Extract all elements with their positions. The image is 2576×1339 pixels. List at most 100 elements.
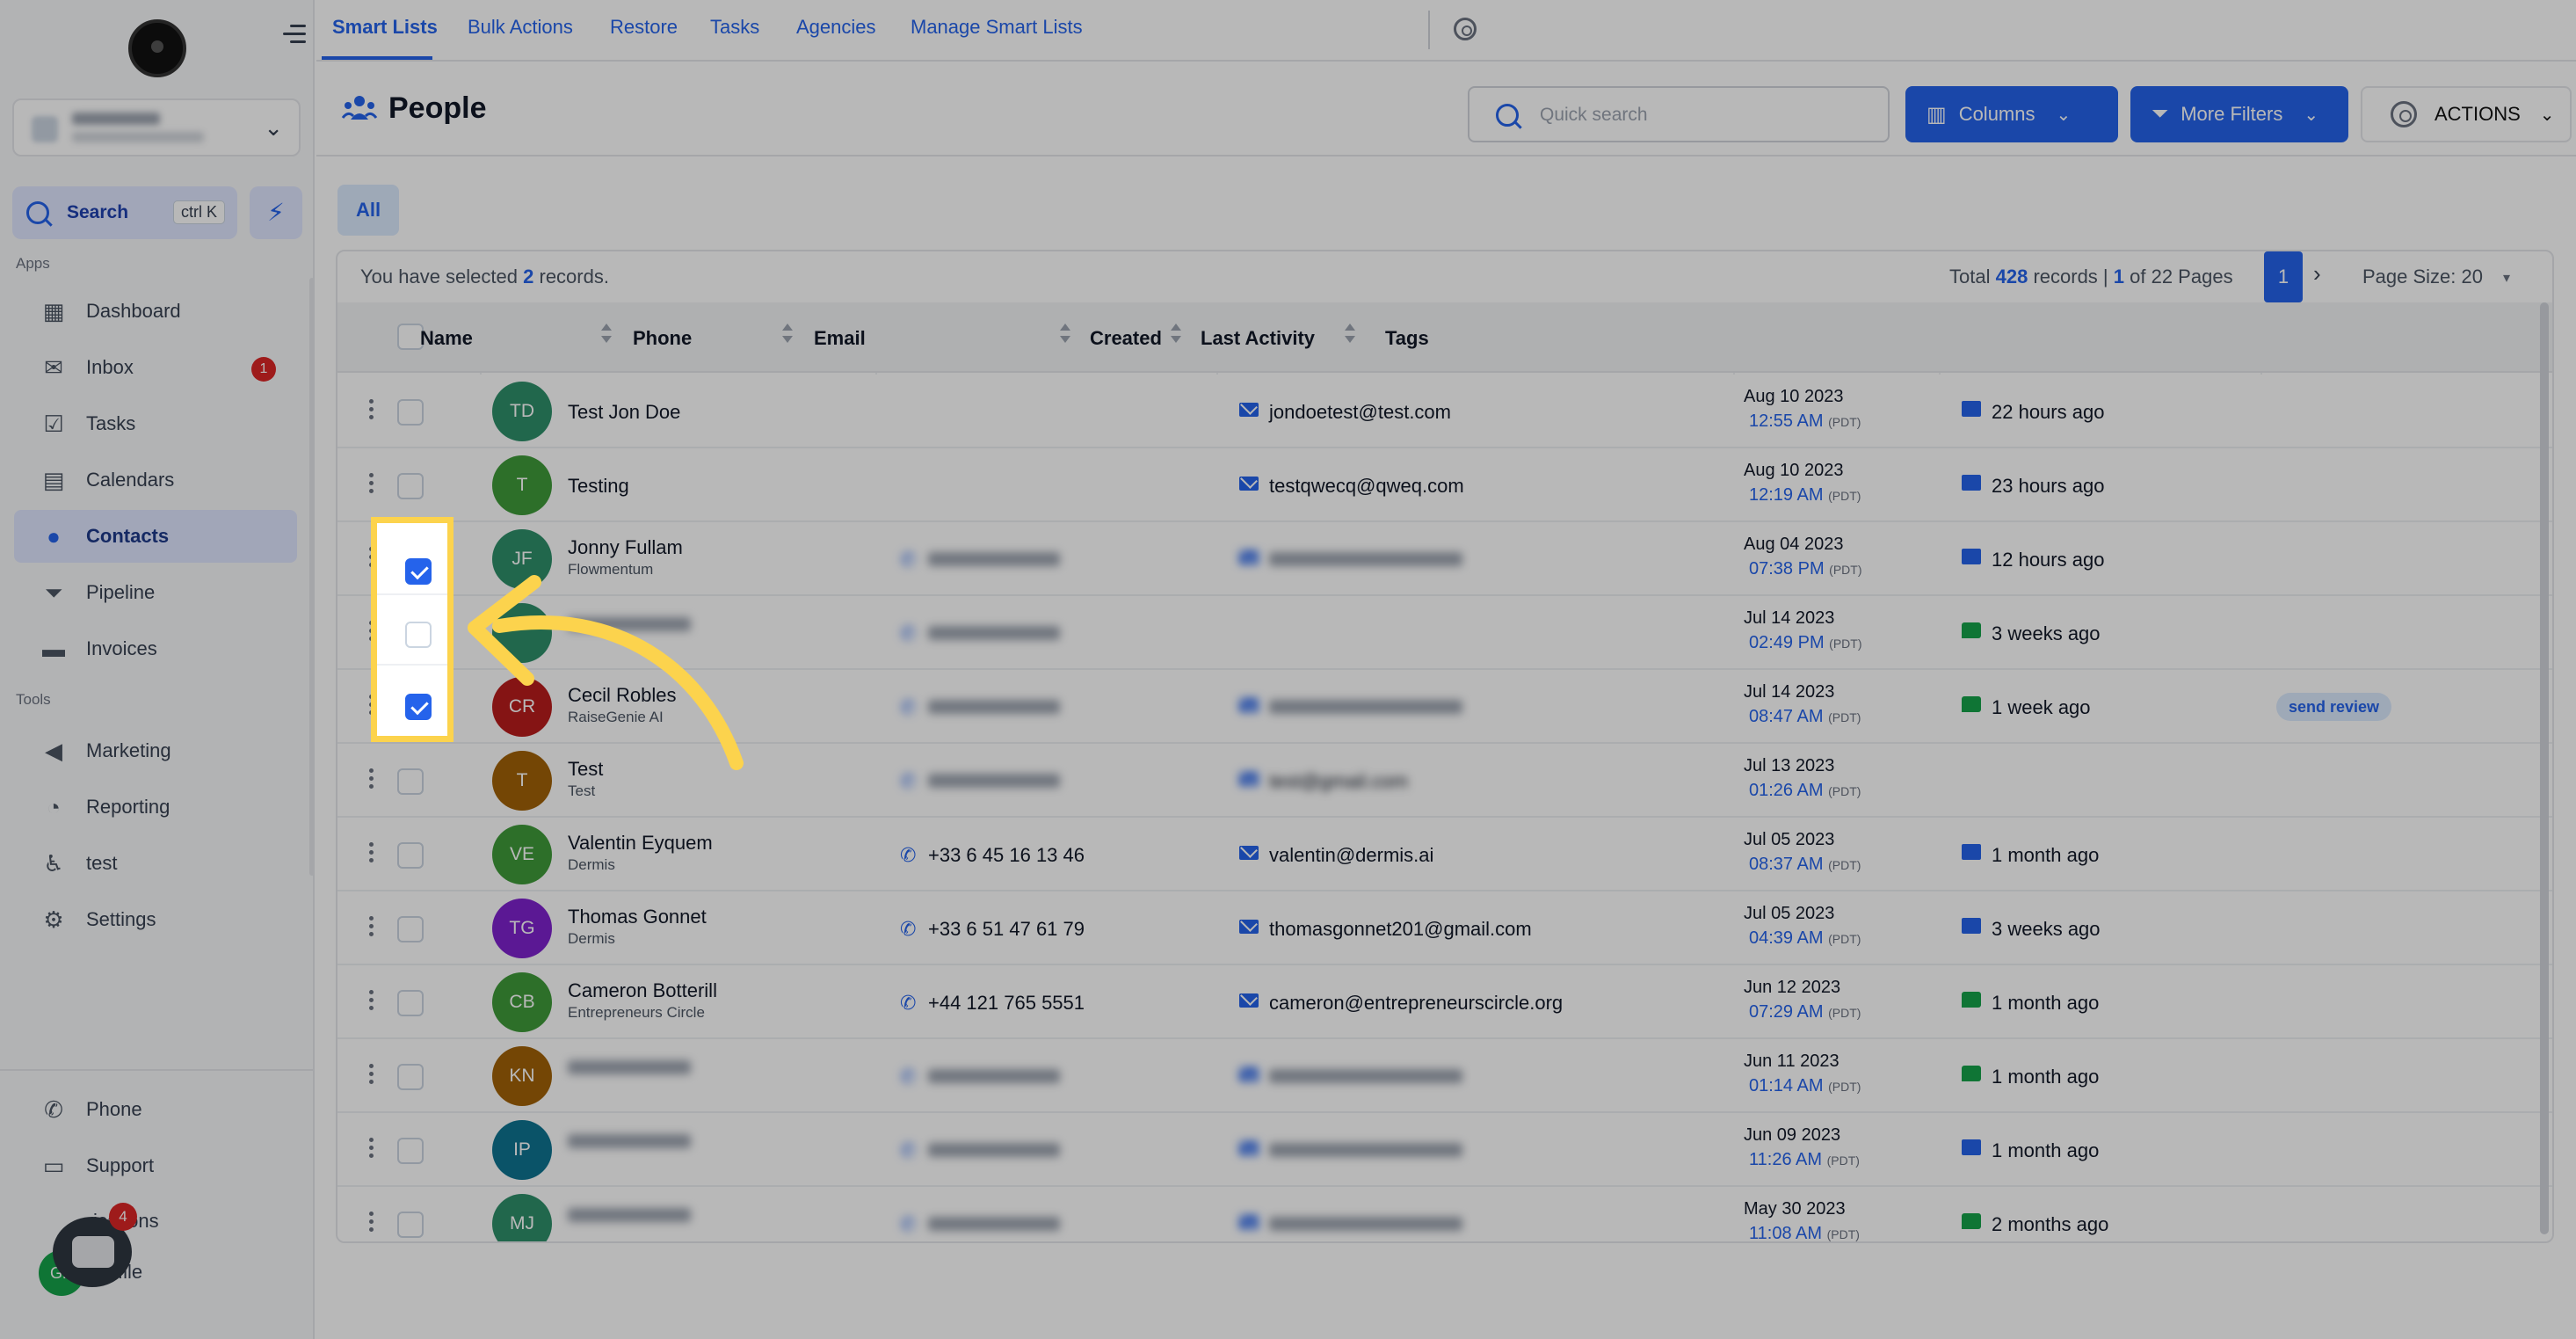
sidebar-item-support[interactable]: ▭ Support <box>14 1139 297 1192</box>
sort-icon[interactable] <box>1171 324 1181 345</box>
sort-icon[interactable] <box>1060 324 1070 345</box>
contact-name[interactable]: Valentin Eyquem <box>568 832 713 855</box>
sidebar-item-settings[interactable]: ⚙ Settings <box>14 893 297 946</box>
mail-icon[interactable] <box>1239 920 1259 934</box>
contact-name[interactable]: Testing <box>568 475 629 498</box>
mail-icon[interactable] <box>1239 993 1259 1008</box>
sidebar-scrollbar[interactable] <box>309 278 315 876</box>
sort-icon[interactable] <box>1345 324 1355 345</box>
page-size-select[interactable]: Page Size: 20 <box>2362 266 2483 288</box>
sidebar-item-invoices[interactable]: ▬ Invoices <box>14 622 297 675</box>
sort-icon[interactable] <box>782 324 793 345</box>
column-header-phone[interactable]: Phone <box>633 327 692 350</box>
row-checkbox[interactable] <box>397 1212 424 1238</box>
row-menu-icon[interactable] <box>369 1212 374 1236</box>
sidebar-item-inbox[interactable]: ✉ Inbox 1 <box>14 341 297 394</box>
row-checkbox[interactable] <box>405 694 432 720</box>
table-row[interactable]: T Testing testqwecq@qweq.com Aug 10 2023 12:… <box>337 448 2552 522</box>
tag-badge[interactable]: send review <box>2276 693 2392 721</box>
row-menu-icon[interactable] <box>369 842 374 867</box>
smart-list-settings-icon[interactable] <box>1454 18 1477 40</box>
sidebar-item-pipeline[interactable]: ⏷ Pipeline <box>14 566 297 619</box>
collapse-sidebar-icon[interactable] <box>283 25 309 47</box>
sidebar-item-calendars[interactable]: ▤ Calendars <box>14 454 297 506</box>
contact-name[interactable]: Cecil Robles <box>568 684 677 707</box>
row-checkbox[interactable] <box>397 473 424 499</box>
table-row[interactable]: ✆ Jul 14 2023 02:49 PM (PDT) 3 weeks ago <box>337 596 2552 670</box>
more-filters-button[interactable]: ⏷ More Filters ⌄ <box>2130 86 2348 142</box>
row-menu-icon[interactable] <box>369 916 374 941</box>
sidebar-item-reporting[interactable]: ◔ Reporting <box>14 781 297 833</box>
mail-icon[interactable] <box>1239 477 1259 491</box>
column-header-last-activity[interactable]: Last Activity <box>1201 327 1315 350</box>
column-header-tags[interactable]: Tags <box>1385 327 1429 350</box>
mail-icon <box>1962 401 1981 417</box>
contact-name[interactable]: Jonny Fullam <box>568 536 683 559</box>
actions-button[interactable]: ACTIONS ⌄ <box>2361 86 2572 142</box>
sort-icon[interactable] <box>601 324 612 345</box>
page-button-1[interactable]: 1 <box>2264 251 2303 302</box>
table-row[interactable]: KN ✆ Jun 11 2023 01:14 AM (PDT) 1 month ago <box>337 1039 2552 1113</box>
table-row[interactable]: CR Cecil Robles RaiseGenie AI ✆ Jul 14 2023 0… <box>337 670 2552 744</box>
row-menu-icon[interactable] <box>369 768 374 793</box>
contact-name[interactable]: Test <box>568 758 603 781</box>
tab-bulk-actions[interactable]: Bulk Actions <box>468 16 573 39</box>
quick-search-input[interactable] <box>1540 100 1874 130</box>
column-header-created[interactable]: Created <box>1090 327 1162 350</box>
sidebar-item-dashboard[interactable]: ▦ Dashboard <box>14 285 297 338</box>
sidebar-search[interactable]: Search ctrl K <box>12 186 237 239</box>
sidebar-item-test[interactable]: ♿ test <box>14 837 297 890</box>
chevron-down-icon: ⌄ <box>264 114 283 141</box>
row-checkbox[interactable] <box>397 768 424 795</box>
tab-restore[interactable]: Restore <box>610 16 678 39</box>
account-switcher[interactable]: ⌄ <box>12 98 301 156</box>
quick-search[interactable] <box>1468 86 1890 142</box>
phone-icon[interactable]: ✆ <box>900 918 916 941</box>
row-checkbox[interactable] <box>397 990 424 1016</box>
table-row[interactable]: TD Test Jon Doe jondoetest@test.com Aug 10 … <box>337 375 2552 448</box>
phone-icon[interactable]: ✆ <box>900 992 916 1015</box>
row-menu-icon[interactable] <box>369 399 374 424</box>
row-checkbox[interactable] <box>397 1138 424 1164</box>
row-menu-icon[interactable] <box>369 1064 374 1088</box>
phone-icon[interactable]: ✆ <box>900 844 916 867</box>
table-row[interactable]: T Test Test ✆ test@gmail.com Jul 13 2023 01:26… <box>337 744 2552 818</box>
row-checkbox[interactable] <box>405 622 432 648</box>
tab-manage-smart-lists[interactable]: Manage Smart Lists <box>911 16 1083 39</box>
mail-icon[interactable] <box>1239 772 1259 786</box>
quick-actions-button[interactable]: ⚡ <box>250 186 302 239</box>
mail-icon[interactable] <box>1239 403 1259 417</box>
tab-smart-lists[interactable]: Smart Lists <box>332 16 438 39</box>
chevron-right-icon[interactable]: › <box>2313 260 2321 287</box>
contact-name[interactable]: Thomas Gonnet <box>568 906 707 928</box>
mail-icon[interactable] <box>1239 846 1259 860</box>
columns-button[interactable]: ▥ Columns ⌄ <box>1905 86 2118 142</box>
sidebar-item-phone[interactable]: ✆ Phone <box>14 1083 297 1136</box>
tab-all[interactable]: All <box>337 185 399 236</box>
contact-name[interactable]: Cameron Botterill <box>568 979 717 1002</box>
tab-tasks[interactable]: Tasks <box>710 16 759 39</box>
column-header-email[interactable]: Email <box>814 327 866 350</box>
sidebar-item-contacts[interactable]: ● Contacts <box>14 510 297 563</box>
table-row[interactable]: VE Valentin Eyquem Dermis ✆ +33 6 45 16 13 4… <box>337 818 2552 891</box>
table-row[interactable]: CB Cameron Botterill Entrepreneurs Circle ✆… <box>337 965 2552 1039</box>
sidebar-item-tasks[interactable]: ☑ Tasks <box>14 397 297 450</box>
column-header-name[interactable]: Name <box>420 327 473 350</box>
tab-agencies[interactable]: Agencies <box>796 16 876 39</box>
table-row[interactable]: TG Thomas Gonnet Dermis ✆ +33 6 51 47 61 79 t… <box>337 891 2552 965</box>
contact-name[interactable]: Test Jon Doe <box>568 401 680 424</box>
row-menu-icon[interactable] <box>369 1138 374 1162</box>
row-menu-icon[interactable] <box>369 990 374 1015</box>
row-checkbox[interactable] <box>397 1064 424 1090</box>
row-checkbox[interactable] <box>397 399 424 426</box>
row-checkbox[interactable] <box>397 916 424 942</box>
table-row[interactable]: MJ ✆ May 30 2023 11:08 AM (PDT) 2 months ago <box>337 1187 2552 1241</box>
row-checkbox[interactable] <box>405 558 432 585</box>
table-row[interactable]: IP ✆ Jun 09 2023 11:26 AM (PDT) 1 month ago <box>337 1113 2552 1187</box>
row-checkbox[interactable] <box>397 842 424 869</box>
sidebar-item-marketing[interactable]: ◀ Marketing <box>14 724 297 777</box>
table-row[interactable]: JF Jonny Fullam Flowmentum ✆ Aug 04 2023 07:3… <box>337 522 2552 596</box>
table-scrollbar[interactable] <box>2540 302 2549 1234</box>
row-menu-icon[interactable] <box>369 473 374 498</box>
company-logo[interactable] <box>128 19 186 77</box>
